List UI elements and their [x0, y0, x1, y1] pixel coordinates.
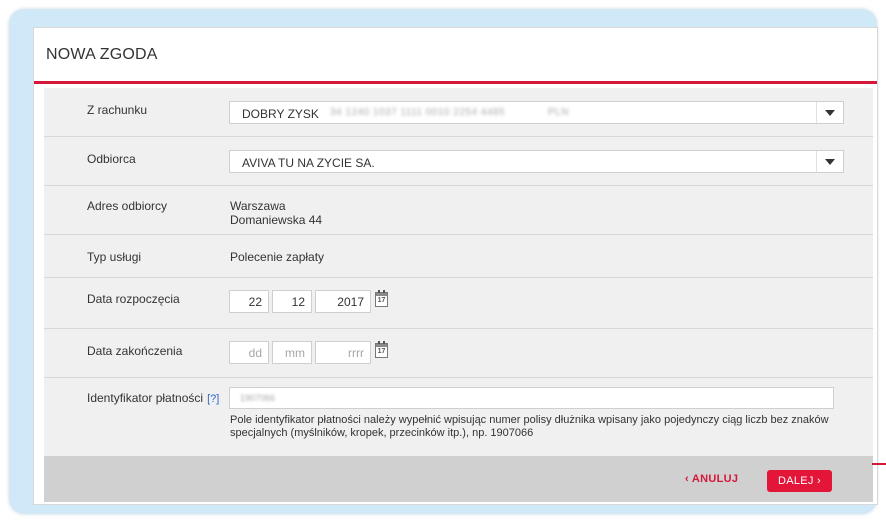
from-account-select[interactable]: DOBRY ZYSK 34 1240 1037 1111 0010 2254 4…	[229, 101, 844, 124]
consent-panel: NOWA ZGODA Z rachunku DOBRY ZYSK 34 1240…	[33, 27, 878, 505]
page-title: NOWA ZGODA	[46, 46, 158, 63]
row-start-date: Data rozpoczęcia 22 12 2017 17	[44, 278, 873, 329]
payment-id-value: 1907066	[240, 393, 276, 403]
account-currency: PLN	[548, 107, 569, 118]
recipient-dropdown-toggle[interactable]	[816, 151, 843, 172]
account-name: DOBRY ZYSK	[242, 107, 319, 121]
end-date-label: Data zakończenia	[87, 344, 183, 358]
start-day-input[interactable]: 22	[229, 290, 269, 313]
end-year-input[interactable]: rrrr	[315, 341, 371, 364]
address-city: Warszawa	[230, 199, 286, 213]
recipient-select[interactable]: AVIVA TU NA ZYCIE SA.	[229, 150, 844, 173]
next-button[interactable]: DALEJ ›	[767, 470, 832, 492]
start-date-label: Data rozpoczęcia	[87, 292, 180, 306]
recipient-value: AVIVA TU NA ZYCIE SA.	[242, 156, 375, 170]
outer-frame: NOWA ZGODA Z rachunku DOBRY ZYSK 34 1240…	[10, 10, 878, 513]
row-service-type: Typ usługi Polecenie zapłaty	[44, 235, 873, 278]
cancel-button[interactable]: ‹ ANULUJ	[685, 473, 738, 485]
end-day-input[interactable]: dd	[229, 341, 269, 364]
consent-form: Z rachunku DOBRY ZYSK 34 1240 1037 1111 …	[44, 88, 873, 456]
help-link[interactable]: [?]	[207, 393, 219, 405]
calendar-icon[interactable]: 17	[375, 341, 388, 358]
start-year-input[interactable]: 2017	[315, 290, 371, 313]
end-month-input[interactable]: mm	[272, 341, 312, 364]
account-number-masked: 34 1240 1037 1111 0010 2254 4485	[330, 107, 506, 118]
row-recipient-address: Adres odbiorcy Warszawa Domaniewska 44	[44, 186, 873, 235]
chevron-down-icon	[825, 110, 835, 116]
title-divider	[34, 81, 877, 84]
payment-id-input[interactable]: 1907066	[229, 387, 834, 409]
payment-id-label: Identyfikator płatności [?]	[87, 391, 219, 405]
service-type-label: Typ usługi	[87, 250, 142, 264]
start-month-input[interactable]: 12	[272, 290, 312, 313]
recipient-label: Odbiorca	[87, 152, 136, 166]
recipient-address-value: Warszawa Domaniewska 44	[230, 199, 322, 227]
chevron-down-icon	[825, 159, 835, 165]
payment-id-hint: Pole identyfikator płatności należy wype…	[230, 414, 829, 439]
pointer-arrow-icon	[872, 463, 886, 465]
service-type-value: Polecenie zapłaty	[230, 250, 325, 264]
form-footer: ‹ ANULUJ DALEJ ›	[44, 456, 873, 502]
from-account-label: Z rachunku	[87, 103, 148, 117]
payment-id-label-text: Identyfikator płatności	[87, 391, 204, 405]
row-recipient: Odbiorca AVIVA TU NA ZYCIE SA.	[44, 137, 873, 186]
calendar-icon[interactable]: 17	[375, 290, 388, 307]
row-payment-id: Identyfikator płatności [?] 1907066 Pole …	[44, 378, 873, 456]
row-from-account: Z rachunku DOBRY ZYSK 34 1240 1037 1111 …	[44, 88, 873, 137]
row-end-date: Data zakończenia dd mm rrrr 17	[44, 329, 873, 378]
address-street: Domaniewska 44	[230, 213, 323, 227]
recipient-address-label: Adres odbiorcy	[87, 199, 168, 213]
from-account-dropdown-toggle[interactable]	[816, 102, 843, 123]
